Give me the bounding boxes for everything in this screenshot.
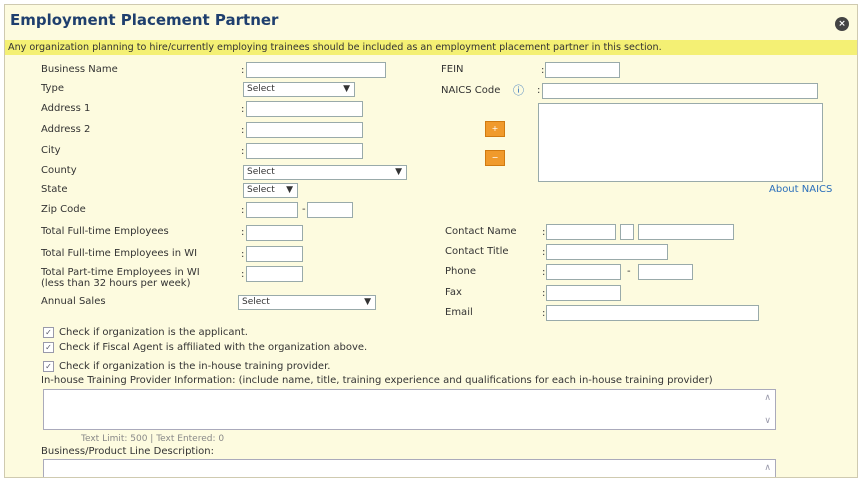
info-icon[interactable]: ⓘ <box>513 82 524 98</box>
type-select[interactable]: Select ▼ <box>243 82 355 97</box>
dash: - <box>302 204 306 215</box>
close-icon[interactable]: × <box>835 17 849 31</box>
total-pt-wi-label-line2: (less than 32 hours per week) <box>41 278 191 289</box>
fiscal-agent-checkbox-label: Check if Fiscal Agent is affiliated with… <box>59 342 368 353</box>
contact-title-label: Contact Title <box>445 246 509 257</box>
contact-middle-initial-input[interactable] <box>620 224 634 240</box>
county-label: County <box>41 165 77 176</box>
total-pt-wi-input[interactable] <box>246 266 303 282</box>
colon: : <box>542 267 546 278</box>
notice-banner: Any organization planning to hire/curren… <box>5 40 857 55</box>
naics-list[interactable] <box>538 103 823 182</box>
phone-input[interactable] <box>546 264 621 280</box>
colon: : <box>537 85 541 96</box>
remove-naics-button[interactable]: − <box>485 150 505 166</box>
email-label: Email <box>445 307 473 318</box>
total-ft-input[interactable] <box>246 225 303 241</box>
state-label: State <box>41 184 68 195</box>
about-naics-link[interactable]: About NAICS <box>769 184 832 195</box>
state-select[interactable]: Select ▼ <box>243 183 298 198</box>
add-naics-button[interactable]: + <box>485 121 505 137</box>
phone-ext-input[interactable] <box>638 264 693 280</box>
total-pt-wi-label-line1: Total Part-time Employees in WI <box>41 267 200 278</box>
email-input[interactable] <box>546 305 759 321</box>
business-desc-textarea[interactable]: ∧ <box>43 459 776 477</box>
county-select-value: Select <box>247 167 275 177</box>
colon: : <box>241 125 245 136</box>
city-label: City <box>41 145 61 156</box>
scroll-down-icon[interactable]: ∨ <box>764 416 771 426</box>
employment-placement-partner-panel: Employment Placement Partner × Any organ… <box>4 4 858 478</box>
colon: : <box>241 104 245 115</box>
colon: : <box>542 227 546 238</box>
fax-label: Fax <box>445 287 462 298</box>
address1-input[interactable] <box>246 101 363 117</box>
text-limit-counter: Text Limit: 500 | Text Entered: 0 <box>81 434 225 444</box>
type-label: Type <box>41 83 64 94</box>
naics-input[interactable] <box>542 83 818 99</box>
fein-label: FEIN <box>441 64 464 75</box>
colon: : <box>542 308 546 319</box>
total-ft-wi-input[interactable] <box>246 246 303 262</box>
zip-ext-input[interactable] <box>307 202 353 218</box>
applicant-checkbox[interactable]: ✓ <box>43 327 54 338</box>
business-name-label: Business Name <box>41 64 118 75</box>
annual-sales-label: Annual Sales <box>41 296 106 307</box>
inhouse-provider-checkbox[interactable]: ✓ <box>43 361 54 372</box>
colon: : <box>542 288 546 299</box>
naics-label: NAICS Code <box>441 85 501 96</box>
scroll-up-icon[interactable]: ∧ <box>764 463 771 473</box>
inhouse-info-textarea[interactable]: ∧ ∨ <box>43 389 776 430</box>
city-input[interactable] <box>246 143 363 159</box>
contact-title-input[interactable] <box>546 244 668 260</box>
business-desc-label: Business/Product Line Description: <box>41 446 214 457</box>
chevron-down-icon: ▼ <box>364 297 371 307</box>
colon: : <box>241 65 245 76</box>
colon: : <box>241 249 245 260</box>
colon: : <box>241 227 245 238</box>
county-select[interactable]: Select ▼ <box>243 165 407 180</box>
inhouse-provider-checkbox-label: Check if organization is the in-house tr… <box>59 361 331 372</box>
colon: : <box>542 247 546 258</box>
colon: : <box>241 205 245 216</box>
address2-label: Address 2 <box>41 124 91 135</box>
zip-label: Zip Code <box>41 204 86 215</box>
address2-input[interactable] <box>246 122 363 138</box>
chevron-down-icon: ▼ <box>286 185 293 195</box>
state-select-value: Select <box>247 185 275 195</box>
inhouse-info-label: In-house Training Provider Information: … <box>41 375 713 386</box>
annual-sales-value: Select <box>242 297 270 307</box>
chevron-down-icon: ▼ <box>395 167 402 177</box>
dash: - <box>627 266 631 277</box>
annual-sales-select[interactable]: Select ▼ <box>238 295 376 310</box>
colon: : <box>241 269 245 280</box>
total-pt-wi-label: Total Part-time Employees in WI (less th… <box>41 267 200 289</box>
fein-input[interactable] <box>545 62 620 78</box>
zip-input[interactable] <box>246 202 298 218</box>
colon: : <box>241 146 245 157</box>
fiscal-agent-checkbox[interactable]: ✓ <box>43 342 54 353</box>
contact-last-name-input[interactable] <box>638 224 734 240</box>
chevron-down-icon: ▼ <box>343 84 350 94</box>
fax-input[interactable] <box>546 285 621 301</box>
phone-label: Phone <box>445 266 476 277</box>
scroll-up-icon[interactable]: ∧ <box>764 393 771 403</box>
total-ft-label: Total Full-time Employees <box>41 226 169 237</box>
business-name-input[interactable] <box>246 62 386 78</box>
type-select-value: Select <box>247 84 275 94</box>
applicant-checkbox-label: Check if organization is the applicant. <box>59 327 248 338</box>
total-ft-wi-label: Total Full-time Employees in WI <box>41 248 198 259</box>
address1-label: Address 1 <box>41 103 91 114</box>
panel-title: Employment Placement Partner <box>10 11 279 29</box>
contact-name-label: Contact Name <box>445 226 517 237</box>
colon: : <box>541 65 545 76</box>
contact-first-name-input[interactable] <box>546 224 616 240</box>
